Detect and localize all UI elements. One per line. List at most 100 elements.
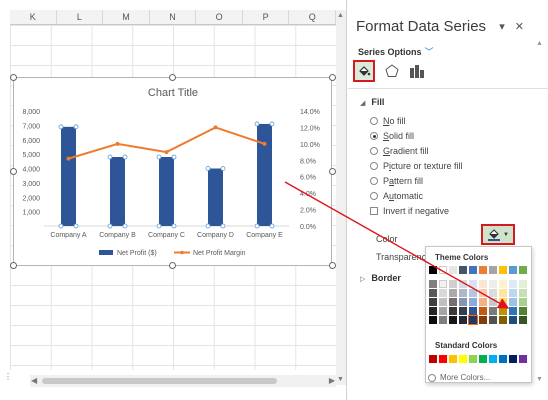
chart-resize-handle[interactable] bbox=[329, 262, 336, 269]
scroll-down-icon[interactable]: ▼ bbox=[536, 376, 543, 383]
theme-color-swatch[interactable] bbox=[519, 266, 527, 274]
more-colors-button[interactable]: More Colors... bbox=[428, 372, 490, 383]
theme-color-swatch[interactable] bbox=[499, 266, 507, 274]
invert-if-negative-option[interactable]: Invert if negative bbox=[370, 206, 449, 216]
theme-color-swatch[interactable] bbox=[439, 266, 447, 274]
theme-shade-swatch[interactable] bbox=[519, 289, 527, 297]
theme-color-swatch[interactable] bbox=[509, 266, 517, 274]
standard-color-swatch[interactable] bbox=[489, 355, 497, 363]
theme-shade-swatch[interactable] bbox=[429, 316, 437, 324]
pane-scrollbar[interactable]: ▲ ▼ bbox=[536, 40, 544, 385]
theme-color-swatch[interactable] bbox=[429, 266, 437, 274]
close-icon[interactable]: ✕ bbox=[515, 21, 534, 33]
standard-color-swatch[interactable] bbox=[449, 355, 457, 363]
theme-shade-swatch[interactable] bbox=[509, 316, 517, 324]
standard-color-swatch[interactable] bbox=[439, 355, 447, 363]
column-header[interactable]: Q bbox=[289, 10, 337, 24]
pane-options-icon[interactable]: ▾ bbox=[499, 21, 515, 33]
scroll-left-icon[interactable]: ◀ bbox=[31, 376, 37, 385]
theme-shade-swatch[interactable] bbox=[439, 289, 447, 297]
invert-if-negative-checkbox[interactable] bbox=[370, 207, 378, 215]
standard-color-swatch[interactable] bbox=[479, 355, 487, 363]
theme-shade-swatch[interactable] bbox=[519, 280, 527, 288]
theme-shade-swatch[interactable] bbox=[519, 316, 527, 324]
column-header[interactable]: P bbox=[243, 10, 290, 24]
column-header[interactable]: L bbox=[57, 10, 104, 24]
theme-shade-swatch[interactable] bbox=[469, 289, 477, 297]
solid-fill-option[interactable]: Solid fill bbox=[370, 131, 414, 141]
theme-shade-swatch[interactable] bbox=[489, 280, 497, 288]
theme-shade-swatch[interactable] bbox=[479, 307, 487, 315]
theme-shade-swatch[interactable] bbox=[509, 298, 517, 306]
theme-shade-swatch[interactable] bbox=[519, 307, 527, 315]
chart-resize-handle[interactable] bbox=[10, 262, 17, 269]
theme-shade-swatch[interactable] bbox=[439, 316, 447, 324]
column-header[interactable]: M bbox=[103, 10, 150, 24]
theme-color-swatch[interactable] bbox=[479, 266, 487, 274]
radio-picture-fill[interactable] bbox=[370, 162, 378, 170]
scroll-down-icon[interactable]: ▼ bbox=[337, 376, 344, 383]
radio-pattern-fill[interactable] bbox=[370, 177, 378, 185]
spreadsheet-area[interactable]: KLMNOPQ ▲ ▼ ◀ ▶ ⋮ Chart Title 8,000 7,000 6… bbox=[0, 0, 347, 400]
theme-shade-swatch[interactable] bbox=[509, 280, 517, 288]
theme-shade-swatch[interactable] bbox=[469, 280, 477, 288]
theme-color-swatch[interactable] bbox=[489, 266, 497, 274]
chart-plot[interactable]: Chart Title 8,000 7,000 6,000 5,000 4,000 3,00… bbox=[14, 78, 333, 267]
border-section-header[interactable]: ▷ Border bbox=[360, 273, 401, 283]
standard-color-swatch[interactable] bbox=[469, 355, 477, 363]
theme-shade-swatch[interactable] bbox=[459, 316, 467, 324]
theme-shade-swatch[interactable] bbox=[459, 298, 467, 306]
theme-shade-swatch[interactable] bbox=[459, 307, 467, 315]
theme-shade-swatch[interactable] bbox=[509, 289, 517, 297]
standard-color-swatch[interactable] bbox=[519, 355, 527, 363]
theme-color-swatch[interactable] bbox=[469, 266, 477, 274]
no-fill-option[interactable]: No fill bbox=[370, 116, 406, 126]
theme-shade-swatch[interactable] bbox=[459, 289, 467, 297]
fill-line-tab[interactable] bbox=[353, 60, 375, 82]
theme-shade-swatch[interactable] bbox=[499, 280, 507, 288]
theme-shade-swatch[interactable] bbox=[479, 316, 487, 324]
vertical-scrollbar[interactable]: ▲ ▼ bbox=[336, 10, 346, 385]
chart-resize-handle[interactable] bbox=[329, 168, 336, 175]
chart-resize-handle[interactable] bbox=[169, 262, 176, 269]
radio-no-fill[interactable] bbox=[370, 117, 378, 125]
horizontal-scroll-thumb[interactable] bbox=[42, 378, 277, 384]
gradient-fill-option[interactable]: Gradient fill bbox=[370, 146, 429, 156]
theme-shade-swatch[interactable] bbox=[509, 307, 517, 315]
theme-shade-swatch[interactable] bbox=[489, 298, 497, 306]
pattern-fill-option[interactable]: Pattern fill bbox=[370, 176, 423, 186]
chart-resize-handle[interactable] bbox=[329, 74, 336, 81]
standard-color-swatch[interactable] bbox=[509, 355, 517, 363]
theme-shade-swatch[interactable] bbox=[468, 315, 478, 325]
theme-shade-swatch[interactable] bbox=[439, 307, 447, 315]
fill-color-button[interactable]: ▼ bbox=[481, 224, 515, 245]
theme-shade-swatch[interactable] bbox=[449, 280, 457, 288]
series-options-dropdown[interactable]: Series Options ﹀ bbox=[358, 45, 434, 58]
picture-fill-option[interactable]: Picture or texture fill bbox=[370, 161, 463, 171]
theme-shade-swatch[interactable] bbox=[429, 307, 437, 315]
horizontal-scrollbar[interactable]: ◀ ▶ bbox=[30, 375, 336, 387]
automatic-fill-option[interactable]: Automatic bbox=[370, 191, 423, 201]
theme-color-swatch[interactable] bbox=[459, 266, 467, 274]
theme-shade-swatch[interactable] bbox=[489, 316, 497, 324]
theme-shade-swatch[interactable] bbox=[469, 307, 477, 315]
theme-shade-swatch[interactable] bbox=[479, 280, 487, 288]
theme-shade-swatch[interactable] bbox=[479, 289, 487, 297]
theme-shade-swatch[interactable] bbox=[479, 298, 487, 306]
theme-shade-swatch[interactable] bbox=[499, 289, 507, 297]
effects-tab[interactable] bbox=[381, 60, 403, 82]
theme-shade-swatch[interactable] bbox=[469, 298, 477, 306]
column-header[interactable]: N bbox=[150, 10, 197, 24]
theme-shade-swatch[interactable] bbox=[449, 307, 457, 315]
chart-resize-handle[interactable] bbox=[10, 168, 17, 175]
theme-shade-swatch[interactable] bbox=[429, 280, 437, 288]
theme-shade-swatch[interactable] bbox=[439, 280, 447, 288]
theme-color-swatch[interactable] bbox=[449, 266, 457, 274]
standard-color-swatch[interactable] bbox=[429, 355, 437, 363]
column-header[interactable]: K bbox=[10, 10, 57, 24]
theme-shade-swatch[interactable] bbox=[499, 316, 507, 324]
scroll-right-icon[interactable]: ▶ bbox=[329, 376, 335, 385]
radio-gradient-fill[interactable] bbox=[370, 147, 378, 155]
theme-shade-swatch[interactable] bbox=[489, 289, 497, 297]
chart-resize-handle[interactable] bbox=[10, 74, 17, 81]
